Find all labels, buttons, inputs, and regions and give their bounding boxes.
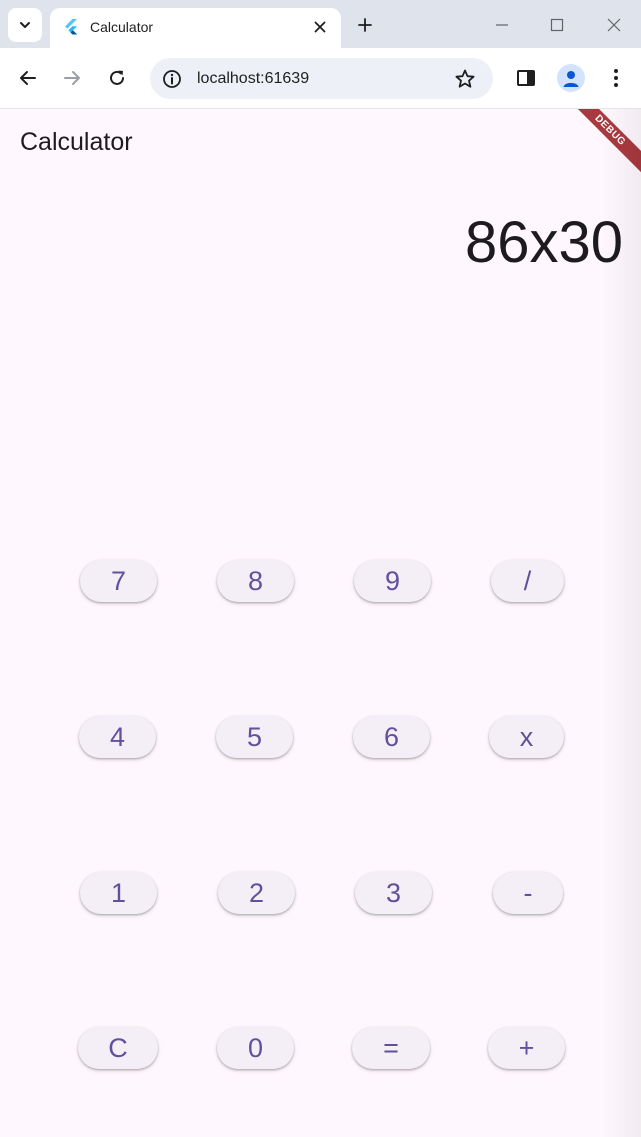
- side-panel-icon: [516, 68, 536, 88]
- key-multiply[interactable]: x: [489, 716, 564, 758]
- key-0[interactable]: 0: [217, 1027, 294, 1069]
- bookmark-button[interactable]: [453, 67, 477, 91]
- browser-tab-strip: Calculator: [0, 0, 641, 48]
- minimize-icon: [495, 18, 509, 32]
- key-8[interactable]: 8: [217, 560, 294, 602]
- new-tab-button[interactable]: [352, 12, 378, 38]
- app-bar-title: Calculator: [20, 128, 133, 156]
- app-viewport: Calculator DEBUG 86x30 7 8 9 / 4 5 6 x 1…: [0, 109, 641, 1137]
- chevron-down-icon: [18, 18, 32, 32]
- star-icon: [454, 68, 476, 90]
- forward-button[interactable]: [59, 65, 85, 91]
- plus-icon: [357, 17, 373, 33]
- key-9[interactable]: 9: [354, 560, 431, 602]
- info-icon: [162, 69, 182, 89]
- arrow-right-icon: [62, 68, 82, 88]
- key-2[interactable]: 2: [218, 872, 295, 914]
- key-clear[interactable]: C: [78, 1027, 158, 1069]
- tab-title: Calculator: [90, 19, 154, 35]
- flutter-logo-icon: [62, 18, 80, 36]
- minimize-window-button[interactable]: [487, 10, 517, 40]
- tab-search-button[interactable]: [8, 8, 42, 42]
- key-5[interactable]: 5: [216, 716, 293, 758]
- address-bar-url: localhost:61639: [197, 70, 310, 87]
- key-4[interactable]: 4: [79, 716, 156, 758]
- tab-close-button[interactable]: [309, 16, 331, 38]
- browser-toolbar: localhost:61639: [0, 48, 641, 109]
- reload-button[interactable]: [104, 65, 130, 91]
- side-panel-button[interactable]: [513, 65, 539, 91]
- person-icon: [561, 68, 581, 88]
- key-3[interactable]: 3: [355, 872, 432, 914]
- maximize-window-button[interactable]: [542, 10, 572, 40]
- more-vertical-icon: [613, 68, 619, 88]
- debug-banner: DEBUG: [558, 109, 641, 182]
- close-window-button[interactable]: [599, 10, 629, 40]
- address-bar[interactable]: localhost:61639: [150, 58, 493, 99]
- browser-menu-button[interactable]: [603, 65, 629, 91]
- key-7[interactable]: 7: [80, 560, 157, 602]
- key-subtract[interactable]: -: [493, 872, 563, 914]
- arrow-left-icon: [18, 68, 38, 88]
- profile-button[interactable]: [557, 64, 585, 92]
- close-icon: [314, 21, 326, 33]
- debug-banner-label: DEBUG: [592, 112, 628, 149]
- close-icon: [607, 18, 621, 32]
- calculator-display: 86x30: [464, 210, 623, 275]
- maximize-icon: [550, 18, 564, 32]
- key-6[interactable]: 6: [353, 716, 430, 758]
- key-equals[interactable]: =: [352, 1027, 430, 1069]
- browser-tab-active[interactable]: Calculator: [50, 8, 341, 48]
- site-info-button[interactable]: [160, 67, 184, 91]
- back-button[interactable]: [15, 65, 41, 91]
- key-divide[interactable]: /: [491, 560, 564, 602]
- key-1[interactable]: 1: [80, 872, 157, 914]
- key-add[interactable]: +: [488, 1027, 565, 1069]
- reload-icon: [107, 68, 127, 88]
